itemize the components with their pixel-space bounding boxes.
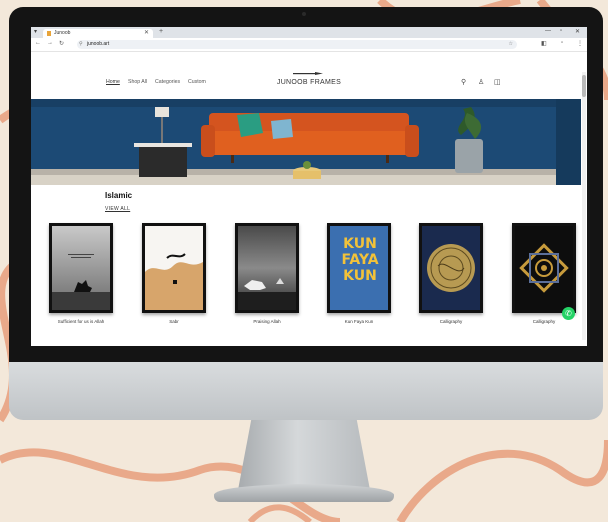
logo-pen-icon [293, 72, 323, 75]
product-card[interactable]: Sufficient for us is Allah [49, 223, 113, 324]
reload-button[interactable]: ↻ [59, 40, 64, 47]
product-image [515, 226, 573, 310]
browser-tab-bar: ▾ Junoob ✕ + — ▫ ✕ [31, 27, 587, 38]
favicon-icon [47, 31, 51, 36]
art-text-line: KUN [343, 268, 377, 284]
search-icon[interactable]: ⚲ [461, 78, 466, 86]
section-heading: Islamic [105, 191, 133, 200]
browser-toolbar: ← → ↻ ⚲ junoob.art ☆ ◧ ▫ ⋮ [31, 38, 587, 52]
close-window-icon[interactable]: ✕ [575, 28, 580, 35]
product-image [238, 226, 296, 310]
new-tab-button[interactable]: + [159, 28, 163, 35]
webcam [302, 12, 306, 16]
monitor-base [214, 484, 394, 502]
product-name[interactable]: Sabr [132, 319, 216, 324]
nav-shop-all[interactable]: Shop All [128, 79, 147, 85]
account-icon[interactable]: ♙ [478, 78, 484, 86]
site-info-icon[interactable]: ⚲ [79, 40, 83, 49]
site-logo[interactable]: JUNOOB FRAMES [259, 79, 359, 86]
monitor-chin [9, 362, 603, 420]
product-frame: KUN FAYA KUN [327, 223, 391, 313]
product-card[interactable]: Sabr [142, 223, 206, 324]
tab-title: Junoob [54, 30, 71, 36]
product-frame [235, 223, 299, 313]
hero-banner[interactable] [31, 99, 581, 185]
maximize-icon[interactable]: ▫ [560, 28, 562, 34]
product-card[interactable]: Calligraphy [512, 223, 576, 324]
product-frame [512, 223, 576, 313]
product-frame [419, 223, 483, 313]
product-card[interactable]: Calligraphy [419, 223, 483, 324]
monitor-stand [238, 420, 370, 490]
close-tab-icon[interactable]: ✕ [144, 29, 149, 38]
product-name[interactable]: Calligraphy [409, 319, 493, 324]
product-name[interactable]: Calligraphy [502, 319, 586, 324]
product-card[interactable]: KUN FAYA KUN Kun Faya Kun [327, 223, 391, 324]
art-text-line: KUN [343, 236, 377, 252]
hero-living-room-image [31, 99, 581, 185]
view-all-link[interactable]: VIEW ALL [105, 206, 130, 212]
whatsapp-icon[interactable]: ✆ [562, 307, 575, 320]
scrollbar-thumb[interactable] [582, 75, 586, 97]
browser-tab[interactable]: Junoob ✕ [43, 29, 153, 38]
product-card[interactable]: Praising Allah [235, 223, 299, 324]
nav-categories[interactable]: Categories [155, 79, 180, 85]
extensions-icon[interactable]: ◧ [541, 40, 547, 47]
forward-button[interactable]: → [47, 40, 53, 46]
address-bar[interactable]: ⚲ junoob.art ☆ [77, 40, 517, 49]
product-frame [142, 223, 206, 313]
nav-home[interactable]: Home [106, 79, 120, 85]
product-image [422, 226, 480, 310]
bookmark-star-icon[interactable]: ☆ [509, 40, 513, 49]
minimize-icon[interactable]: — [545, 28, 551, 34]
site-header: Home Shop All Categories Custom JUNOOB F… [31, 52, 587, 98]
product-image: KUN FAYA KUN [330, 226, 388, 310]
nav-custom[interactable]: Custom [188, 79, 206, 85]
page-scrollbar[interactable] [582, 72, 586, 340]
tab-search-icon[interactable]: ▾ [34, 28, 37, 35]
product-image [52, 226, 110, 310]
cart-icon[interactable]: ◫ [494, 78, 501, 86]
url-text: junoob.art [87, 41, 110, 47]
art-text-line: FAYA [341, 252, 379, 268]
screen: ▾ Junoob ✕ + — ▫ ✕ ← → ↻ ⚲ junoob.art ☆ … [31, 27, 587, 346]
back-button[interactable]: ← [35, 40, 41, 46]
product-name[interactable]: Sufficient for us is Allah [39, 319, 123, 324]
product-frame [49, 223, 113, 313]
product-name[interactable]: Praising Allah [225, 319, 309, 324]
profile-icon[interactable]: ▫ [561, 40, 563, 46]
product-name[interactable]: Kun Faya Kun [317, 319, 401, 324]
browser-menu-icon[interactable]: ⋮ [577, 40, 583, 47]
product-image [145, 226, 203, 310]
